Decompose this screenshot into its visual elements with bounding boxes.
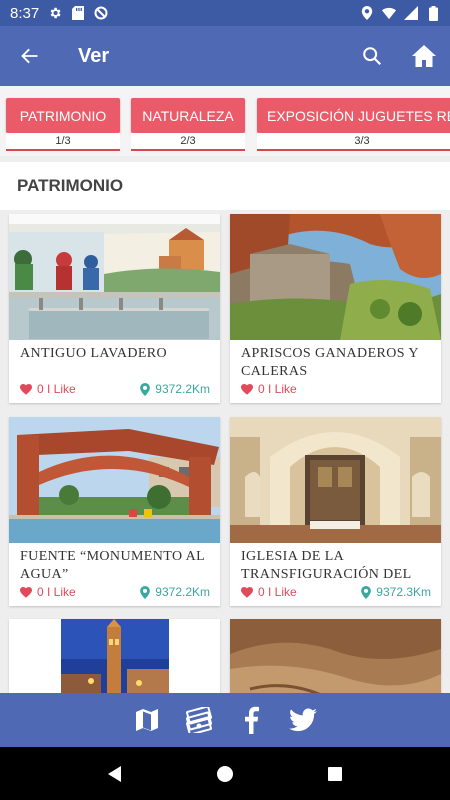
like-button[interactable]: 0 I Like [20,585,76,599]
sd-card-icon [71,6,85,20]
settings-icon [48,6,62,20]
twitter-button[interactable] [288,705,318,735]
arrow-back-icon [21,48,38,64]
signal-icon [404,6,418,20]
heart-icon [20,383,32,395]
tab-label: EXPOSICIÓN JUGUETES RECO [257,98,450,133]
location-pin-icon [140,585,151,599]
section-title: PATRIMONIO [0,162,450,210]
nav-home-button[interactable] [205,754,245,794]
like-count: 0 I Like [37,382,76,396]
money-button[interactable] [184,705,214,735]
back-triangle-icon [108,765,121,782]
tab-patrimonio[interactable]: PATRIMONIO 1/3 [6,98,120,151]
distance-value: 9372.3Km [376,585,431,599]
distance: 9372.2Km [140,585,210,599]
place-name: FUENTE “MONUMENTO AL AGUA” [20,549,205,582]
like-count: 0 I Like [37,585,76,599]
tab-label: NATURALEZA [131,98,245,133]
distance-value: 9372.2Km [155,382,210,396]
place-card[interactable] [9,619,220,693]
status-bar: 8:37 [0,0,450,26]
money-icon [186,707,212,733]
place-photo [230,214,441,340]
home-button[interactable] [398,26,450,86]
tab-exposicion-juguetes[interactable]: EXPOSICIÓN JUGUETES RECO 3/3 [257,98,450,151]
heart-icon [241,383,253,395]
tab-count: 3/3 [257,133,450,151]
facebook-icon [245,706,259,734]
tab-count: 2/3 [131,133,245,151]
distance: 9372.3Km [361,585,431,599]
back-button[interactable] [0,26,60,86]
twitter-icon [289,708,317,732]
place-card[interactable] [230,619,441,693]
place-card-apriscos-ganaderos[interactable]: APRISCOS GANADEROS Y CALERAS 0 I Like [230,214,441,403]
tab-count: 1/3 [6,133,120,151]
nav-back-button[interactable] [95,754,135,794]
wifi-icon [382,6,396,20]
place-photo [9,619,220,693]
place-name: ANTIGUO LAVADERO [20,346,168,361]
facebook-button[interactable] [236,705,266,735]
location-pin-icon [361,585,372,599]
system-nav-bar [0,747,450,800]
bottom-action-bar [0,693,450,747]
location-icon [360,6,374,20]
place-photo [230,619,441,693]
status-time: 8:37 [10,4,40,22]
page-title: Ver [78,44,110,67]
blocked-icon [94,6,108,20]
place-photo [9,417,220,543]
heart-icon [241,586,253,598]
like-count: 0 I Like [258,382,297,396]
category-tabs: PATRIMONIO 1/3 NATURALEZA 2/3 EXPOSICIÓN… [0,86,450,156]
heart-icon [20,586,32,598]
distance-value: 9372.2Km [155,585,210,599]
place-name: IGLESIA DE LA TRANSFIGURACIÓN DEL [241,549,412,582]
distance: 9372.2Km [140,382,210,396]
place-card-iglesia-transfiguracion[interactable]: IGLESIA DE LA TRANSFIGURACIÓN DEL 0 I Li… [230,417,441,606]
home-icon [412,45,436,67]
like-button[interactable]: 0 I Like [20,382,76,396]
tab-naturaleza[interactable]: NATURALEZA 2/3 [131,98,245,151]
content-list[interactable]: PATRIMONIO ANTIGUO LAVADERO 0 I Like 937… [0,162,450,693]
like-button[interactable]: 0 I Like [241,585,297,599]
nav-recents-button[interactable] [315,754,355,794]
recents-square-icon [328,766,342,781]
like-count: 0 I Like [258,585,297,599]
tab-label: PATRIMONIO [6,98,120,133]
battery-icon [426,5,440,21]
place-photo [230,417,441,543]
like-button[interactable]: 0 I Like [241,382,297,396]
place-photo [9,214,220,340]
search-icon [363,47,382,66]
app-bar: Ver [0,26,450,86]
place-card-fuente-monumento[interactable]: FUENTE “MONUMENTO AL AGUA” 0 I Like 9372… [9,417,220,606]
search-button[interactable] [346,26,398,86]
home-circle-icon [217,765,233,782]
location-pin-icon [140,382,151,396]
place-card-antiguo-lavadero[interactable]: ANTIGUO LAVADERO 0 I Like 9372.2Km [9,214,220,403]
map-button[interactable] [132,705,162,735]
place-name: APRISCOS GANADEROS Y CALERAS [241,346,419,379]
map-icon [136,709,158,731]
